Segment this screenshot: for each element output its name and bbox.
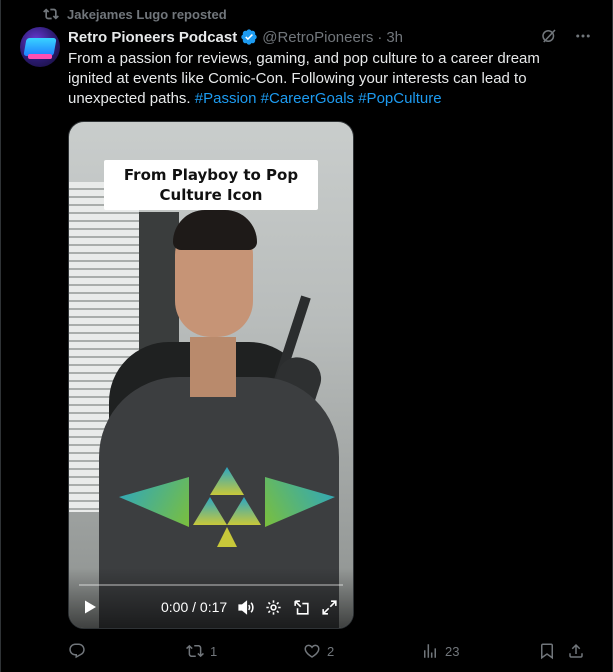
like-count: 2 bbox=[327, 643, 335, 659]
reply-icon bbox=[69, 643, 85, 659]
post-actions: 1 2 23 bbox=[68, 641, 584, 661]
video-progress-bar[interactable] bbox=[79, 584, 343, 586]
views-button[interactable]: 23 bbox=[421, 642, 459, 660]
hashtag-link[interactable]: #PopCulture bbox=[358, 90, 441, 107]
repost-count: 1 bbox=[210, 643, 218, 659]
repost-icon bbox=[43, 8, 59, 20]
hashtag-link[interactable]: #Passion bbox=[195, 90, 257, 107]
repost-label: Jakejames Lugo reposted bbox=[67, 6, 227, 22]
reply-button[interactable] bbox=[68, 642, 92, 660]
video-frame-triforce bbox=[193, 467, 261, 547]
video-time: 0:00 / 0:17 bbox=[161, 599, 228, 615]
repost-button[interactable]: 1 bbox=[186, 642, 217, 660]
avatar[interactable] bbox=[20, 27, 60, 67]
settings-icon[interactable] bbox=[264, 598, 283, 617]
post-timestamp[interactable]: 3h bbox=[386, 29, 403, 46]
video-caption: From Playboy to Pop Culture Icon bbox=[104, 160, 318, 210]
verified-badge-icon[interactable] bbox=[240, 28, 258, 46]
video-frame-person-neck bbox=[190, 337, 236, 397]
play-icon[interactable] bbox=[82, 599, 98, 615]
separator-dot: · bbox=[377, 28, 383, 46]
volume-icon[interactable] bbox=[236, 598, 255, 617]
bookmark-button[interactable] bbox=[538, 642, 556, 660]
repost-indicator[interactable]: Jakejames Lugo reposted bbox=[43, 6, 227, 22]
avatar-logo-stripe bbox=[28, 54, 52, 59]
heart-icon bbox=[304, 644, 320, 658]
share-button[interactable] bbox=[567, 642, 585, 660]
post-text: From a passion for reviews, gaming, and … bbox=[68, 49, 568, 109]
share-icon bbox=[569, 643, 583, 658]
fullscreen-icon[interactable] bbox=[320, 598, 339, 617]
picture-in-picture-icon[interactable] bbox=[292, 598, 311, 617]
like-button[interactable]: 2 bbox=[303, 642, 334, 660]
post-container[interactable]: Jakejames Lugo reposted Retro Pioneers P… bbox=[0, 0, 613, 672]
video-player[interactable]: From Playboy to Pop Culture Icon 0:00 / … bbox=[68, 121, 354, 629]
repost-icon bbox=[186, 644, 204, 658]
author-name[interactable]: Retro Pioneers Podcast bbox=[68, 29, 237, 46]
grok-icon[interactable] bbox=[540, 27, 558, 45]
bookmark-icon bbox=[541, 643, 553, 660]
hashtag-link[interactable]: #CareerGoals bbox=[261, 90, 354, 107]
video-controls: 0:00 / 0:17 bbox=[69, 568, 353, 628]
author-handle[interactable]: @RetroPioneers bbox=[262, 29, 373, 46]
post-header: Retro Pioneers Podcast @RetroPioneers · … bbox=[68, 27, 592, 47]
analytics-icon bbox=[424, 644, 436, 658]
video-frame-person-hair bbox=[173, 210, 257, 250]
more-icon[interactable] bbox=[574, 27, 592, 45]
view-count: 23 bbox=[445, 643, 460, 659]
